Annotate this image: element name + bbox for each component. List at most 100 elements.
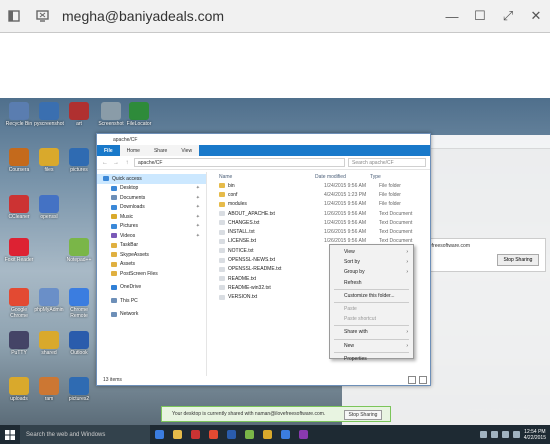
file-row[interactable]: modules 1/24/2015 9:56 AM File folder <box>209 200 431 209</box>
panel-stop-sharing-button[interactable]: Stop Sharing <box>497 254 539 266</box>
desktop-icon-graphic <box>39 331 59 349</box>
context-menu-item[interactable]: Refresh <box>330 278 413 288</box>
nav-item[interactable]: SkypeAssets <box>97 250 206 260</box>
nav-item[interactable]: TaskBar <box>97 241 206 251</box>
address-path[interactable]: apache/CF <box>134 158 345 167</box>
context-menu-item[interactable]: Sort by › <box>330 257 413 267</box>
desktop-icon-label: Recycle Bin <box>5 121 33 127</box>
notification-icon[interactable] <box>512 431 520 438</box>
taskbar-app-icon[interactable] <box>240 425 258 444</box>
context-menu-item[interactable]: Customize this folder... <box>330 291 413 301</box>
up-arrow-icon[interactable]: ↑ <box>123 160 131 166</box>
context-menu-item[interactable]: View › <box>330 247 413 257</box>
desktop-icon[interactable]: pictures2 <box>64 377 94 402</box>
folder-icon <box>111 185 117 191</box>
details-view-icon[interactable] <box>408 376 416 384</box>
ribbon-tab-file[interactable]: File <box>97 145 120 156</box>
file-row[interactable]: ABOUT_APACHE.txt 1/26/2015 9:56 AM Text Do… <box>209 209 431 218</box>
taskbar-search[interactable]: Search the web and Windows <box>20 425 150 444</box>
desktop-icon[interactable]: shared <box>34 331 64 356</box>
desktop-icon[interactable]: PuTTY <box>4 331 34 356</box>
start-button[interactable] <box>0 425 20 444</box>
desktop-icon[interactable]: Coursera <box>4 148 34 173</box>
folder-icon <box>111 261 117 267</box>
back-arrow-icon[interactable]: ← <box>101 160 109 166</box>
column-header[interactable]: Type <box>370 174 420 180</box>
taskbar-app-icon[interactable] <box>204 425 222 444</box>
context-menu-item[interactable]: Properties <box>330 354 413 364</box>
nav-item-label: Documents <box>120 194 146 201</box>
desktop-icon[interactable]: art <box>64 102 94 127</box>
nav-item[interactable]: OneDrive <box>97 283 206 293</box>
desktop-icon[interactable]: Google Chrome <box>4 288 34 319</box>
column-header[interactable]: Date modified <box>315 174 370 180</box>
fullscreen-button[interactable]: ⤢ <box>494 0 522 33</box>
volume-icon[interactable] <box>490 431 498 438</box>
text-file-icon <box>219 220 225 226</box>
menu-separator <box>334 338 409 340</box>
desktop-icon[interactable]: Notepad++ <box>64 238 94 263</box>
nav-item[interactable]: Pictures ✦ <box>97 222 206 232</box>
sidebar-toggle-icon[interactable] <box>0 0 28 33</box>
context-menu-item[interactable]: Share with › <box>330 327 413 337</box>
desktop-icon[interactable]: CCleaner <box>4 195 34 220</box>
desktop-icon[interactable]: uploads <box>4 377 34 402</box>
desktop-icon[interactable]: pyscreenshot <box>34 102 64 127</box>
file-date: 4/24/2015 1:23 PM <box>324 191 367 198</box>
nav-item[interactable]: Downloads ✦ <box>97 203 206 213</box>
nav-item[interactable]: Desktop ✦ <box>97 184 206 194</box>
desktop-icon[interactable]: Screenshot <box>96 102 126 127</box>
desktop-icon[interactable]: files <box>34 148 64 173</box>
context-menu-item[interactable]: New › <box>330 341 413 351</box>
minimize-button[interactable]: — <box>438 0 466 33</box>
nav-item[interactable]: Assets <box>97 260 206 270</box>
folder-icon <box>111 252 117 258</box>
desktop-icon[interactable]: FileLocator <box>124 102 154 127</box>
ribbon-tab-share[interactable]: Share <box>146 145 175 156</box>
nav-item[interactable]: Music ✦ <box>97 212 206 222</box>
search-box[interactable]: Search apache/CF <box>348 158 426 167</box>
nav-item-label: PostScreen Files <box>120 270 158 277</box>
context-menu-item[interactable]: Group by › <box>330 267 413 277</box>
taskbar-app-icon[interactable] <box>168 425 186 444</box>
taskbar-app-icon[interactable] <box>276 425 294 444</box>
desktop-icon[interactable]: Recycle Bin <box>4 102 34 127</box>
forward-arrow-icon[interactable]: → <box>112 160 120 166</box>
nav-item-label: Desktop <box>120 185 139 192</box>
desktop-icon[interactable]: Foxit Reader <box>4 238 34 263</box>
nav-item-label: Network <box>120 311 139 318</box>
ribbon-tab-view[interactable]: View <box>174 145 200 156</box>
desktop-icon-label: pyscreenshot <box>34 121 64 127</box>
file-row[interactable]: INSTALL.txt 1/26/2015 9:56 AM Text Documen… <box>209 227 431 236</box>
desktop-icon[interactable]: Outlook <box>64 331 94 356</box>
taskbar-app-icon[interactable] <box>186 425 204 444</box>
close-button[interactable]: ✕ <box>522 0 550 33</box>
nav-item[interactable]: PostScreen Files <box>97 269 206 279</box>
taskbar-app-icon[interactable] <box>294 425 312 444</box>
desktop-icon[interactable]: Chrome Remote <box>64 288 94 319</box>
file-row[interactable]: bin 1/24/2015 9:56 AM File folder <box>209 181 431 190</box>
remote-desktop-icon[interactable] <box>28 0 56 33</box>
stop-sharing-button[interactable]: Stop Sharing <box>344 410 382 420</box>
taskbar-app-icon[interactable] <box>222 425 240 444</box>
large-icons-view-icon[interactable] <box>419 376 427 384</box>
ribbon-tab-home[interactable]: Home <box>119 145 147 156</box>
nav-item[interactable]: Quick access <box>97 174 206 184</box>
clock[interactable]: 12:54 PM 4/22/2015 <box>524 429 546 441</box>
nav-item[interactable]: This PC <box>97 296 206 306</box>
network-icon[interactable] <box>479 431 487 438</box>
desktop-icon[interactable]: openssl <box>34 195 64 220</box>
desktop-icon[interactable]: ram <box>34 377 64 402</box>
nav-item[interactable]: Network <box>97 310 206 320</box>
maximize-button[interactable]: ☐ <box>466 0 494 33</box>
file-row[interactable]: conf 4/24/2015 1:23 PM File folder <box>209 190 431 199</box>
taskbar-app-icon[interactable] <box>150 425 168 444</box>
nav-item[interactable]: Videos ✦ <box>97 231 206 241</box>
taskbar-app-icon[interactable] <box>258 425 276 444</box>
desktop-icon[interactable]: phpMyAdmin <box>34 288 64 313</box>
file-row[interactable]: CHANGES.txt 1/24/2015 9:56 AM Text Documen… <box>209 218 431 227</box>
nav-item[interactable]: Documents ✦ <box>97 193 206 203</box>
keyboard-icon[interactable] <box>501 431 509 438</box>
column-header[interactable]: Name <box>209 174 315 180</box>
desktop-icon[interactable]: pictures <box>64 148 94 173</box>
